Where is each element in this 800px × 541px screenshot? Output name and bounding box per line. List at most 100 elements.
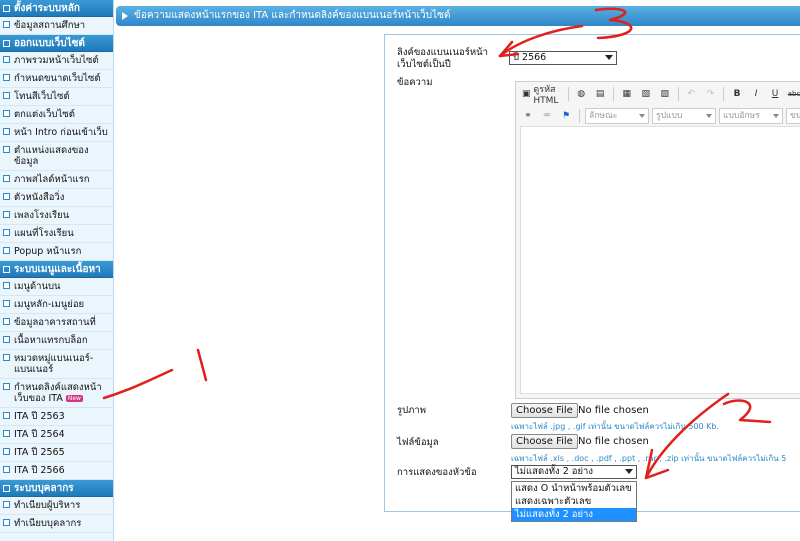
sidebar-item-label: ITA ปี 2563 (14, 411, 65, 422)
font-combo[interactable]: แบบอักษร (719, 108, 783, 124)
sidebar-item-label: ตกแต่งเว็บไซต์ (14, 109, 75, 120)
image-hint: เฉพาะไฟล์ .jpg , .gif เท่านั้น ขนาดไฟล์ค… (511, 422, 720, 431)
bullet-icon (3, 56, 10, 63)
display-select-value: ไม่แสดงทั้ง 2 อย่าง (515, 466, 593, 477)
link-icon[interactable]: ⚭ (520, 108, 536, 124)
section-title: ตั้งค่าระบบหลัก (14, 3, 80, 14)
bullet-icon (3, 412, 10, 419)
sidebar-item-label: กำหนดลิงค์แสดงหน้าเว็บของ ITA (14, 382, 102, 404)
sidebar-item-label: ITA ปี 2565 (14, 447, 65, 458)
bullet-icon (3, 448, 10, 455)
bold-icon[interactable]: B (729, 86, 745, 102)
bullet-icon (3, 383, 10, 390)
undo-icon[interactable]: ↶ (683, 86, 699, 102)
page-title-bar: ข้อความแสดงหน้าแรกของ ITA และกำหนดลิงค์ข… (116, 6, 800, 26)
source-icon: ▣ (522, 89, 531, 99)
sidebar-item[interactable]: ทำเนียบผู้บริหาร (0, 497, 113, 515)
sidebar-item[interactable]: เมนูหลัก-เมนูย่อย (0, 296, 113, 314)
sidebar-item-label: เพลงโรงเรียน (14, 210, 70, 221)
sidebar-item-label: เนื้อหาแทรกบล็อก (14, 335, 88, 346)
sidebar-item[interactable]: ITA ปี 2564 (0, 426, 113, 444)
style-combo[interactable]: ลักษณะ (585, 108, 649, 124)
sidebar-item[interactable]: ภาพรวมหน้าเว็บไซต์ (0, 52, 113, 70)
sidebar-item-label: ตำแหน่งแสดงของข้อมูล (14, 145, 89, 167)
bullet-icon (3, 300, 10, 307)
bullet-icon (3, 92, 10, 99)
format-combo[interactable]: รูปแบบ (652, 108, 716, 124)
sidebar-item-label: เมนูด้านบน (14, 281, 61, 292)
source-button[interactable]: ▣ ดูรหัส HTML (520, 85, 563, 106)
image-choose-file-button[interactable]: Choose File (511, 403, 578, 418)
sidebar-item[interactable]: เนื้อหาแทรกบล็อก (0, 332, 113, 350)
section-title: ออกแบบเว็บไซต์ (14, 38, 85, 49)
bullet-icon (3, 519, 10, 526)
section-header-main-settings[interactable]: ตั้งค่าระบบหลัก (0, 0, 113, 17)
sidebar-item-ita-link[interactable]: กำหนดลิงค์แสดงหน้าเว็บของ ITA New (0, 379, 113, 408)
sidebar-item[interactable]: ITA ปี 2566 (0, 462, 113, 480)
bullet-icon (3, 354, 10, 361)
sidebar-item[interactable]: หมวดหมู่แบนเนอร์-แบนเนอร์ (0, 350, 113, 379)
editor-toolbar-row-2: ⚭ ⚮ ⚑ ลักษณะ รูปแบบ แบบอักษร ขนาด (520, 106, 800, 126)
sidebar-item-label: ข้อมูลสถานศึกษา (14, 20, 86, 31)
sidebar-item-label: โทนสีเว็บไซต์ (14, 91, 70, 102)
paste-text-icon[interactable]: ▧ (638, 86, 654, 102)
annotation-label-1: 1 (198, 381, 200, 383)
display-option[interactable]: แสดงเฉพาะตัวเลข (512, 495, 636, 508)
new-badge: New (65, 395, 83, 402)
chevron-down-icon (625, 469, 633, 474)
section-header-personnel[interactable]: ระบบบุคลากร (0, 480, 113, 497)
page-title: ข้อความแสดงหน้าแรกของ ITA และกำหนดลิงค์ข… (134, 10, 451, 21)
display-option[interactable]: แสดง O นำหน้าพร้อมตัวเลข (512, 482, 636, 495)
bullet-icon (3, 193, 10, 200)
sidebar-item[interactable]: ตำแหน่งแสดงของข้อมูล (0, 142, 113, 171)
sidebar-item[interactable]: โทนสีเว็บไซต์ (0, 88, 113, 106)
display-option-selected[interactable]: ไม่แสดงทั้ง 2 อย่าง (512, 508, 636, 521)
display-select[interactable]: ไม่แสดงทั้ง 2 อย่าง (511, 465, 637, 479)
sidebar-item[interactable]: เมนูด้านบน (0, 278, 113, 296)
sidebar-item[interactable]: ข้อมูลอาคารสถานที่ (0, 314, 113, 332)
templates-icon[interactable]: ▤ (592, 86, 608, 102)
bullet-icon (3, 318, 10, 325)
sidebar-item[interactable]: Popup หน้าแรก (0, 243, 113, 261)
data-file-choose-button[interactable]: Choose File (511, 434, 578, 449)
sidebar-item[interactable]: ITA ปี 2563 (0, 408, 113, 426)
sidebar-item-label: ภาพสไลด์หน้าแรก (14, 174, 90, 185)
display-options-list: แสดง O นำหน้าพร้อมตัวเลข แสดงเฉพาะตัวเลข… (511, 481, 637, 522)
banner-year-select[interactable]: ปี 2566 (509, 51, 617, 65)
file-label: ไฟล์ข้อมูล (397, 437, 439, 448)
sidebar-item-label: ตัวหนังสือวิ่ง (14, 192, 65, 203)
italic-icon[interactable]: I (748, 86, 764, 102)
style-placeholder: ลักษณะ (589, 111, 618, 121)
strike-icon[interactable]: abc (786, 86, 800, 102)
section-header-design[interactable]: ออกแบบเว็บไซต์ (0, 35, 113, 52)
sidebar-item[interactable]: ทำเนียบบุคลากร (0, 515, 113, 533)
sidebar-item[interactable]: แผนที่โรงเรียน (0, 225, 113, 243)
bullet-icon (3, 282, 10, 289)
size-combo[interactable]: ขนาด (786, 108, 800, 124)
data-file-status: No file chosen (578, 436, 649, 447)
sidebar-item[interactable]: ภาพสไลด์หน้าแรก (0, 171, 113, 189)
sidebar-item-school-info[interactable]: ข้อมูลสถานศึกษา (0, 17, 113, 35)
unlink-icon[interactable]: ⚮ (539, 108, 555, 124)
sidebar-item[interactable]: กำหนดขนาดเว็บไซต์ (0, 70, 113, 88)
redo-icon[interactable]: ↷ (702, 86, 718, 102)
section-header-menu-content[interactable]: ระบบเมนูและเนื้อหา (0, 261, 113, 278)
sidebar-item[interactable]: ตกแต่งเว็บไซต์ (0, 106, 113, 124)
bullet-icon (3, 247, 10, 254)
font-placeholder: แบบอักษร (723, 111, 760, 121)
underline-icon[interactable]: U (767, 86, 783, 102)
preview-icon[interactable]: ◍ (573, 86, 589, 102)
editor-content-area[interactable] (520, 126, 800, 394)
paste-icon[interactable]: ▦ (619, 86, 635, 102)
bullet-icon (3, 211, 10, 218)
sidebar-item-label: ITA ปี 2564 (14, 429, 65, 440)
sidebar-item[interactable]: เพลงโรงเรียน (0, 207, 113, 225)
sidebar-item[interactable]: หน้า Intro ก่อนเข้าเว็บ (0, 124, 113, 142)
sidebar-item[interactable]: ตัวหนังสือวิ่ง (0, 189, 113, 207)
bullet-icon (3, 175, 10, 182)
message-label: ข้อความ (397, 77, 433, 88)
sidebar-item[interactable]: ITA ปี 2565 (0, 444, 113, 462)
paste-word-icon[interactable]: ▨ (657, 86, 673, 102)
anchor-flag-icon[interactable]: ⚑ (558, 108, 574, 124)
source-label: ดูรหัส HTML (533, 85, 559, 106)
